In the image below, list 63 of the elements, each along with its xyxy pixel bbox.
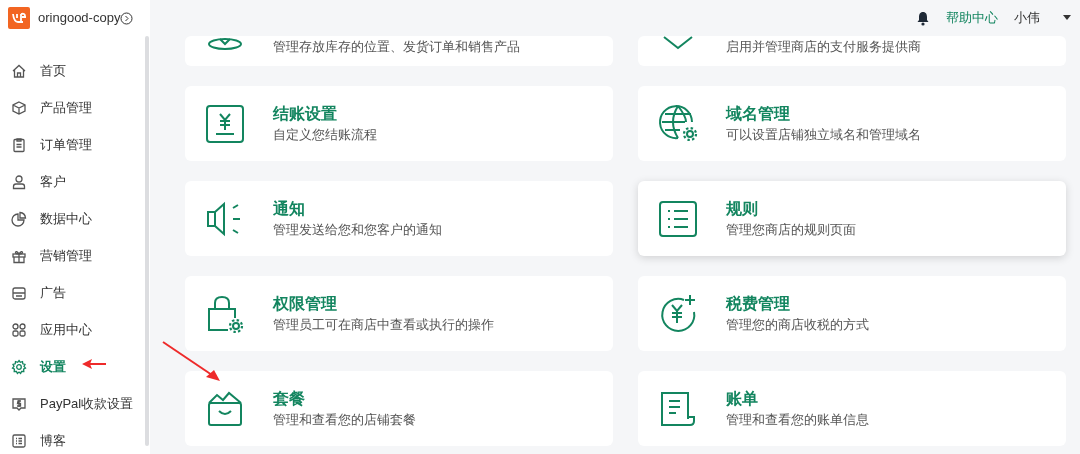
annotation-arrow (82, 359, 106, 369)
settings-card[interactable]: 域名管理 可以设置店铺独立域名和管理域名 (638, 86, 1066, 161)
globe-gear-icon (658, 103, 698, 144)
store-name[interactable]: oringood-copy (38, 8, 121, 28)
pie-chart-icon (11, 210, 27, 227)
card-title: 税费管理 (726, 293, 791, 314)
settings-card[interactable]: 启用并管理商店的支付服务提供商 (638, 36, 1066, 66)
settings-card[interactable]: 规则 管理您商店的规则页面 (638, 181, 1066, 256)
yuan-receipt-icon (205, 103, 245, 144)
card-description: 管理和查看您的账单信息 (726, 410, 869, 429)
sidebar-item[interactable]: 客户 (0, 163, 150, 200)
settings-card[interactable]: 结账设置 自定义您结账流程 (185, 86, 613, 161)
sidebar-item[interactable]: 数据中心 (0, 200, 150, 237)
sidebar-item[interactable]: 订单管理 (0, 126, 150, 163)
card-title: 结账设置 (273, 103, 338, 124)
card-description: 可以设置店铺独立域名和管理域名 (726, 125, 921, 144)
bell-icon[interactable] (916, 10, 930, 26)
card-title: 账单 (726, 388, 759, 409)
settings-card[interactable]: 套餐 管理和查看您的店铺套餐 (185, 371, 613, 446)
card-title: 规则 (726, 198, 759, 219)
lock-gear-icon (205, 293, 245, 334)
sidebar-item[interactable]: 广告 (0, 274, 150, 311)
settings-card[interactable]: 权限管理 管理员工可在商店中查看或执行的操作 (185, 276, 613, 351)
dollar-receipt-icon (11, 395, 27, 412)
card-description: 管理发送给您和您客户的通知 (273, 220, 442, 239)
settings-icon (11, 358, 27, 375)
user-icon (11, 173, 27, 190)
sidebar-item[interactable]: 博客 (0, 422, 150, 454)
settings-card[interactable]: 通知 管理发送给您和您客户的通知 (185, 181, 613, 256)
settings-card[interactable]: 税费管理 管理您的商店收税的方式 (638, 276, 1066, 351)
help-center-link[interactable]: 帮助中心 (946, 8, 998, 28)
card-description: 启用并管理商店的支付服务提供商 (726, 38, 921, 56)
card-description: 管理员工可在商店中查看或执行的操作 (273, 315, 494, 334)
sidebar-item[interactable]: 首页 (0, 52, 150, 89)
chevron-circle-icon[interactable] (120, 11, 134, 25)
apps-icon (11, 321, 27, 338)
card-description: 管理您商店的规则页面 (726, 220, 856, 239)
user-name[interactable]: 小伟 (1014, 8, 1040, 28)
home-icon (11, 62, 27, 79)
annotation-arrow (162, 341, 220, 381)
storefront-icon (11, 284, 27, 301)
sidebar-item[interactable]: 营销管理 (0, 237, 150, 274)
sidebar-item[interactable]: 设置 (0, 348, 150, 385)
list-icon (11, 432, 27, 449)
cube-icon (11, 99, 27, 116)
card-title: 域名管理 (726, 103, 791, 124)
clipboard-icon (11, 136, 27, 153)
card-title: 权限管理 (273, 293, 338, 314)
store-logo-icon (8, 7, 30, 29)
card-description: 管理和查看您的店铺套餐 (273, 410, 416, 429)
sidebar-item[interactable]: 应用中心 (0, 311, 150, 348)
card-description: 管理您的商店收税的方式 (726, 315, 869, 334)
list-icon (658, 198, 698, 239)
caret-icon[interactable] (1062, 15, 1072, 21)
card-description: 自定义您结账流程 (273, 125, 377, 144)
card-title: 通知 (273, 198, 306, 219)
settings-card[interactable]: 管理存放库存的位置、发货订单和销售产品 (185, 36, 613, 66)
yuan-plus-icon (658, 293, 698, 334)
sidebar-item[interactable]: PayPal收款设置 (0, 385, 150, 422)
settings-card[interactable]: 账单 管理和查看您的账单信息 (638, 371, 1066, 446)
card-description: 管理存放库存的位置、发货订单和销售产品 (273, 38, 520, 56)
sidebar-item[interactable]: 产品管理 (0, 89, 150, 126)
card-title: 套餐 (273, 388, 306, 409)
